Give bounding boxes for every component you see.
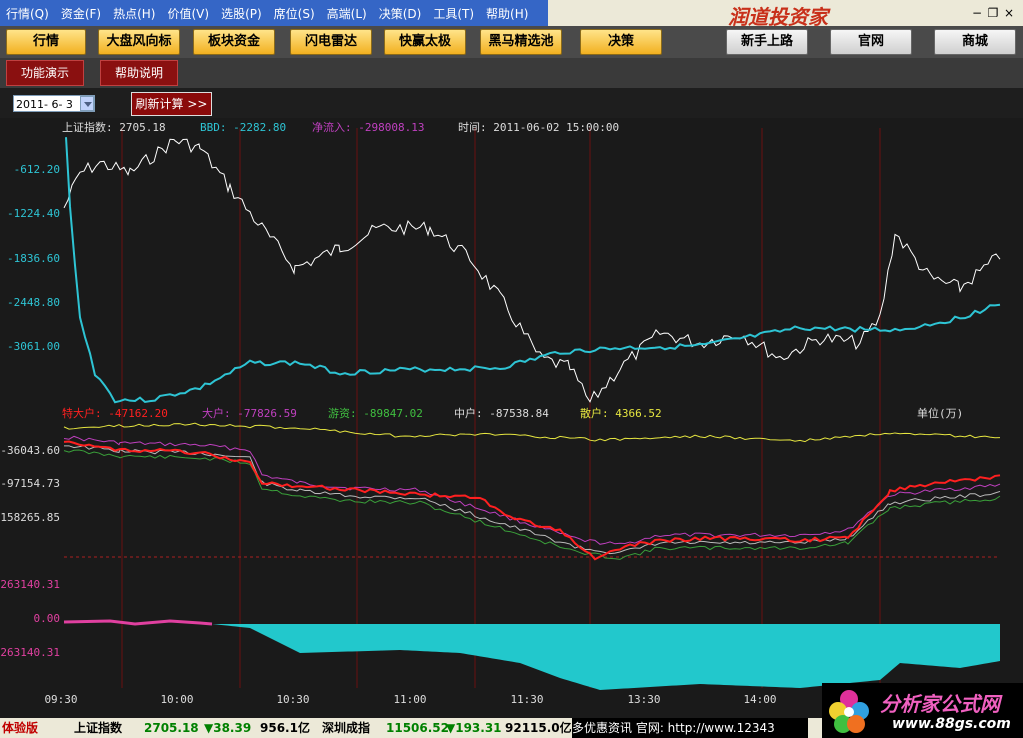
menu-item[interactable]: 选股(P): [215, 5, 268, 22]
x-tick-label: 11:30: [510, 693, 543, 706]
upper-tick-label: -2448.80: [7, 296, 60, 309]
date-bar: 2011- 6- 3 刷新计算 >>: [0, 88, 1023, 118]
menu-item[interactable]: 席位(S): [268, 5, 321, 22]
toolbar-button-sector-funds[interactable]: 板块资金: [193, 29, 275, 55]
sz-index-amount: 92115.0亿: [505, 721, 572, 735]
news-ticker: 多优惠资讯 官网: http://www.12343: [572, 718, 808, 738]
x-tick-label: 10:30: [276, 693, 309, 706]
lower-info-mid: 中户: -87538.84: [454, 406, 549, 420]
lower-info-hot: 游资: -89847.02: [328, 407, 423, 420]
sh-index-label: 上证指数: [74, 721, 123, 735]
lower-tick-label: 263140.31: [0, 578, 60, 591]
menu-bar: 行情(Q) 资金(F) 热点(H) 价值(V) 选股(P) 席位(S) 高端(L) 决策(D)…: [0, 0, 548, 26]
upper-tick-label: -1224.40: [7, 207, 60, 220]
watermark: 分析家公式网 www.88gs.com: [822, 683, 1023, 738]
main-toolbar: 行情 大盘风向标 板块资金 闪电雷达 快赢太极 黑马精选池 决策 新手上路 官网…: [0, 26, 1023, 58]
sz-index-value: 11506.52: [386, 721, 450, 735]
toolbar-button-market-vane[interactable]: 大盘风向标: [98, 29, 180, 55]
demo-button[interactable]: 功能演示: [6, 60, 84, 86]
sh-index-change: ▼38.39: [204, 721, 252, 735]
sh-index-amount: 956.1亿: [260, 721, 310, 735]
menu-item[interactable]: 价值(V): [161, 5, 215, 22]
toolbar-button-website[interactable]: 官网: [830, 29, 912, 55]
flower-logo-icon: [829, 690, 869, 733]
x-tick-label: 09:30: [44, 693, 77, 706]
sub-toolbar: 功能演示 帮助说明: [0, 58, 1023, 88]
sz-index-change: ▼193.31: [446, 721, 502, 735]
fund-flow-chart: 上证指数: 2705.18 BBD: -2282.80 净流入: -298008.1…: [0, 118, 1023, 718]
menu-item[interactable]: 帮助(H): [480, 5, 534, 22]
x-tick-label: 14:00: [743, 693, 776, 706]
version-badge: 体验版: [2, 721, 39, 735]
menu-item[interactable]: 决策(D): [373, 5, 428, 22]
toolbar-button-mall[interactable]: 商城: [934, 29, 1016, 55]
upper-info-index: 上证指数: 2705.18: [62, 120, 166, 134]
help-button[interactable]: 帮助说明: [100, 60, 178, 86]
upper-info-time: 时间: 2011-06-02 15:00:00: [458, 121, 619, 134]
upper-info-net: 净流入: -298008.13: [312, 120, 424, 134]
lower-info-unit: 单位(万): [917, 406, 963, 420]
menu-item[interactable]: 行情(Q): [0, 5, 55, 22]
x-tick-label: 13:30: [627, 693, 660, 706]
lower-tick-label: -97154.73: [0, 477, 60, 490]
lower-info-retail: 散户: 4366.52: [580, 406, 662, 420]
close-icon[interactable]: ×: [1000, 4, 1018, 22]
upper-tick-label: -1836.60: [7, 252, 60, 265]
watermark-site: 分析家公式网: [880, 692, 1000, 716]
toolbar-button-decision[interactable]: 决策: [580, 29, 662, 55]
toolbar-button-quote[interactable]: 行情: [6, 29, 86, 55]
watermark-url: www.88gs.com: [892, 716, 1011, 732]
upper-tick-label: -612.20: [14, 163, 60, 176]
toolbar-button-lightning-radar[interactable]: 闪电雷达: [290, 29, 372, 55]
menu-item[interactable]: 高端(L): [321, 5, 373, 22]
x-tick-label: 11:00: [393, 693, 426, 706]
menu-item[interactable]: 工具(T): [427, 5, 480, 22]
menu-item[interactable]: 资金(F): [55, 5, 107, 22]
sz-index-label: 深圳成指: [322, 721, 371, 735]
menu-item[interactable]: 热点(H): [107, 5, 161, 22]
toolbar-button-newbie[interactable]: 新手上路: [726, 29, 808, 55]
lower-tick-label: 0.00: [34, 612, 61, 625]
lower-tick-label: -36043.60: [0, 444, 60, 457]
sh-index-value: 2705.18: [144, 721, 199, 735]
upper-info-bbd: BBD: -2282.80: [200, 121, 286, 134]
lower-info-super: 特大户: -47162.20: [62, 406, 168, 420]
lower-tick-label: 263140.31: [0, 646, 60, 659]
dropdown-arrow-icon[interactable]: [80, 96, 94, 111]
lower-tick-label: 158265.85: [0, 511, 60, 524]
toolbar-button-dark-horse[interactable]: 黑马精选池: [480, 29, 562, 55]
title-bar: 润道投资家 − ❐ ×: [548, 0, 1023, 29]
refresh-button[interactable]: 刷新计算 >>: [131, 92, 212, 116]
lower-info-large: 大户: -77826.59: [202, 406, 297, 420]
x-tick-label: 10:00: [160, 693, 193, 706]
upper-tick-label: -3061.00: [7, 340, 60, 353]
toolbar-button-taiji[interactable]: 快赢太极: [384, 29, 466, 55]
